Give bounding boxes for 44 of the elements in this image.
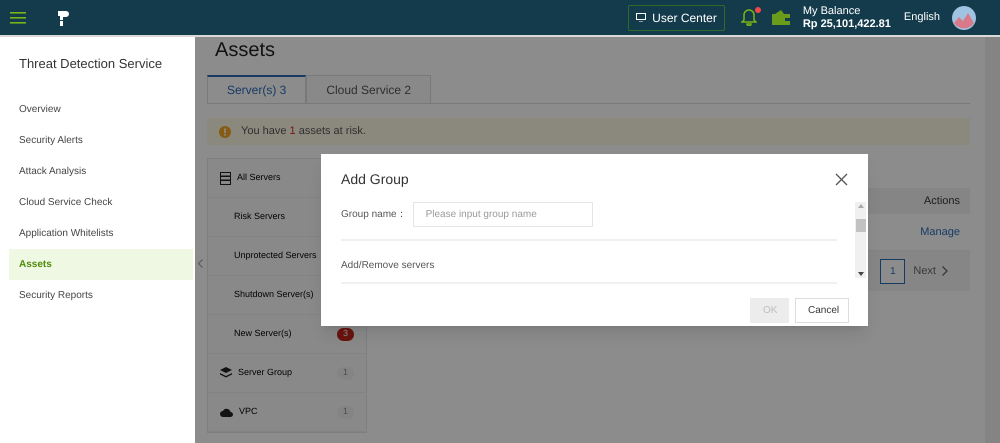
sidebar-title: Threat Detection Service [18,55,164,73]
balance-amount: Rp 25,101,422.81 [802,18,891,30]
cloud-icon [220,407,233,417]
group-name-field[interactable]: Please input group name [412,202,593,227]
count-badge: 1 [337,366,354,380]
sidebar-item[interactable]: Application Whitelists [9,218,193,248]
sidebar-item[interactable]: Overview [9,94,193,124]
page-title: Assets [214,38,276,63]
scrollbar[interactable] [985,37,1000,443]
language-selector[interactable]: English [904,9,940,26]
monitor-icon [636,13,646,22]
count-badge: 3 [337,328,354,340]
cancel-button[interactable]: Cancel [795,298,849,323]
scrollbar-thumb[interactable] [856,218,866,232]
server-list-item[interactable]: Server Group 1 [208,354,366,393]
sidebar-item[interactable]: Cloud Service Check [9,186,193,218]
column-header: Actions [924,194,960,209]
next-page-button[interactable]: Next [913,262,948,280]
sidebar-item[interactable]: Security Alerts [9,124,193,156]
close-icon[interactable] [835,173,848,186]
wallet-icon[interactable] [770,9,791,26]
server-icon [220,172,231,184]
sidebar-item[interactable]: Security Reports [9,280,193,310]
dialog-scrollbar[interactable] [855,202,866,278]
warning-icon [219,126,231,138]
tab[interactable]: Cloud Service 2 [306,75,432,103]
balance-label: My Balance [802,4,862,18]
count-badge: 1 [337,406,354,418]
tab[interactable]: Server(s) 3 [207,75,306,103]
scroll-up-icon[interactable] [858,204,864,208]
page-button[interactable]: 1 [880,258,906,284]
avatar[interactable] [952,6,976,30]
menu-icon[interactable] [10,12,26,24]
chevron-left-icon [198,258,202,268]
scroll-down-icon[interactable] [858,272,864,276]
bell-icon[interactable] [740,9,757,26]
sidebar-item[interactable]: Attack Analysis [9,156,193,186]
alert-message: You have 1 assets at risk. [241,124,366,140]
sidebar-item[interactable]: Assets [9,248,193,280]
server-list-item[interactable]: VPC 1 [208,393,366,432]
layers-icon [220,367,232,379]
user-center-button[interactable]: User Center [628,4,725,30]
chevron-right-icon [942,266,948,276]
manage-link[interactable]: Manage [920,224,960,240]
